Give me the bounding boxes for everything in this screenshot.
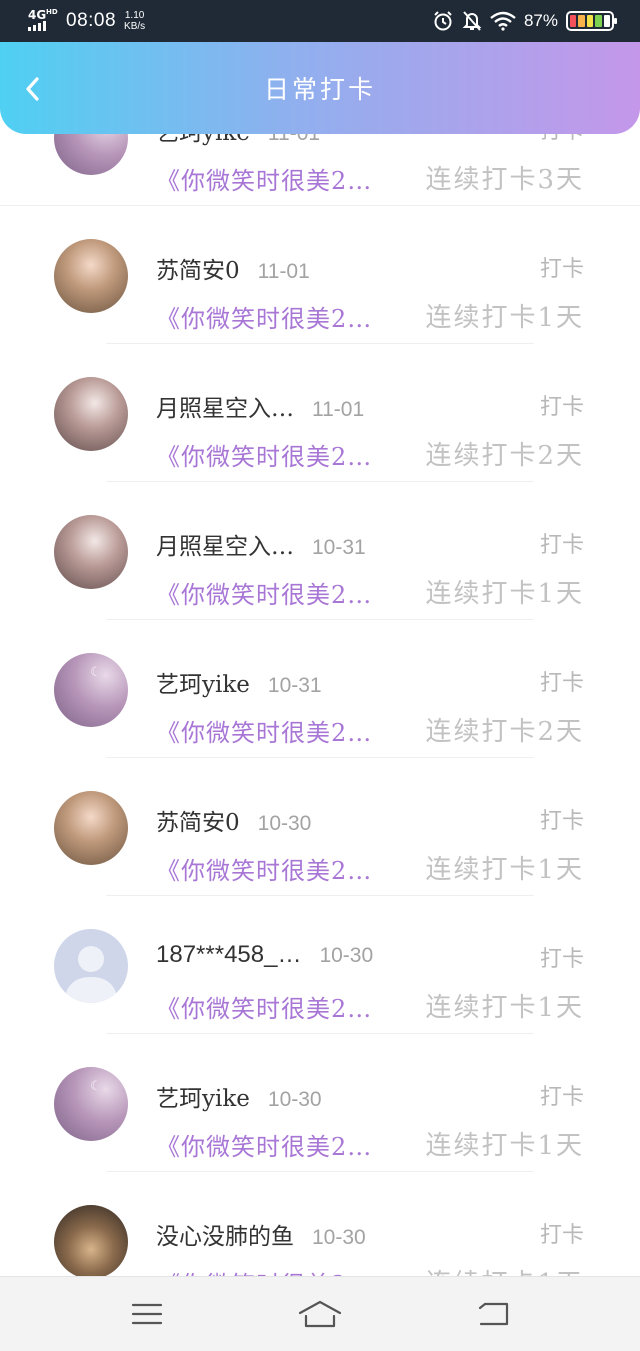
streak-text: 连续打卡1天 (425, 993, 584, 1023)
checkin-date: 10-31 (312, 536, 366, 559)
streak-text: 连续打卡2天 (425, 717, 584, 747)
back-icon (479, 1302, 509, 1326)
menu-button[interactable] (122, 1294, 172, 1334)
list-item[interactable]: ☾ 艺珂yike 10-31 打卡 《你微笑时很美2… 连续打卡2天 (0, 620, 640, 758)
mirror-selfie-avatar[interactable] (54, 377, 128, 451)
list-item[interactable]: 187***458_… 10-30 打卡 《你微笑时很美2… 连续打卡1天 (0, 896, 640, 1034)
status-bar: 4G HD 08:08 1.10 KB/s 87% (0, 0, 640, 42)
network-hd: HD (46, 8, 58, 16)
list-item[interactable]: 月照星空入… 10-31 打卡 《你微笑时很美2… 连续打卡1天 (0, 482, 640, 620)
checkin-list[interactable]: ☾ 艺珂yike 11-01 打卡 《你微笑时很美2… 连续打卡3天 苏简安0 … (0, 128, 640, 1276)
back-button[interactable] (16, 72, 50, 106)
list-item[interactable]: 苏简安0 10-30 打卡 《你微笑时很美2… 连续打卡1天 (0, 758, 640, 896)
book-title-link[interactable]: 《你微笑时很美2… (156, 299, 372, 334)
name-row: 187***458_… 10-30 (156, 941, 373, 969)
name-row: 苏简安0 11-01 (156, 251, 310, 285)
sky-moon-avatar[interactable]: ☾ (54, 1067, 128, 1141)
chevron-left-icon (26, 77, 39, 101)
checkin-list-content: ☾ 艺珂yike 11-01 打卡 《你微笑时很美2… 连续打卡3天 苏简安0 … (0, 128, 640, 1276)
checkin-label: 打卡 (539, 1223, 584, 1248)
user-name[interactable]: 苏简安0 (156, 251, 240, 285)
girl-photo-avatar[interactable] (54, 239, 128, 313)
book-title-link[interactable]: 《你微笑时很美2… (156, 1265, 372, 1276)
checkin-label: 打卡 (539, 533, 584, 558)
name-row: 月照星空入… 11-01 (156, 389, 364, 423)
book-title-link[interactable]: 《你微笑时很美2… (156, 989, 372, 1024)
checkin-label: 打卡 (539, 1085, 584, 1110)
name-row: 月照星空入… 10-31 (156, 527, 366, 561)
list-item[interactable]: ☾ 艺珂yike 10-30 打卡 《你微笑时很美2… 连续打卡1天 (0, 1034, 640, 1172)
moon-icon: ☾ (90, 665, 102, 680)
name-row: 苏简安0 10-30 (156, 803, 311, 837)
name-row: 没心没肺的鱼 10-30 (156, 1217, 366, 1251)
book-title-link[interactable]: 《你微笑时很美2… (156, 437, 372, 472)
network-type: 4G (28, 8, 47, 22)
checkin-label: 打卡 (539, 395, 584, 420)
system-nav-bar (0, 1276, 640, 1351)
alarm-icon (434, 11, 452, 31)
streak-text: 连续打卡3天 (425, 165, 584, 195)
girl-photo-avatar[interactable] (54, 791, 128, 865)
status-left: 4G HD 08:08 1.10 KB/s (28, 9, 145, 33)
book-title-link[interactable]: 《你微笑时很美2… (156, 575, 372, 610)
name-row: 艺珂yike 10-31 (156, 665, 322, 699)
user-name[interactable]: 艺珂yike (156, 665, 250, 699)
checkin-label: 打卡 (539, 809, 584, 834)
list-item[interactable]: ☾ 艺珂yike 11-01 打卡 《你微笑时很美2… 连续打卡3天 (0, 128, 640, 206)
network-speed: 1.10 KB/s (124, 10, 145, 32)
checkin-date: 11-01 (257, 260, 310, 283)
status-right: 87% (432, 10, 617, 32)
checkin-label: 打卡 (539, 947, 584, 972)
list-item[interactable]: 没心没肺的鱼 10-30 打卡 《你微笑时很美2… 连续打卡1天 (0, 1172, 640, 1276)
streak-text: 连续打卡1天 (425, 579, 584, 609)
sky-moon-avatar[interactable]: ☾ (54, 653, 128, 727)
user-name[interactable]: 月照星空入… (156, 389, 294, 423)
user-name[interactable]: 艺珂yike (156, 1079, 250, 1113)
checkin-label: 打卡 (539, 671, 584, 696)
speed-value: 1.10 (124, 10, 145, 21)
clock: 08:08 (66, 10, 117, 31)
book-title-link[interactable]: 《你微笑时很美2… (156, 713, 372, 748)
checkin-date: 10-30 (312, 1226, 366, 1249)
home-icon (298, 1300, 342, 1328)
user-name[interactable]: 苏简安0 (156, 803, 240, 837)
user-name[interactable]: 没心没肺的鱼 (156, 1217, 294, 1251)
page-header: 日常打卡 (0, 42, 640, 134)
user-name[interactable]: 月照星空入… (156, 527, 294, 561)
list-item[interactable]: 苏简安0 11-01 打卡 《你微笑时很美2… 连续打卡1天 (0, 206, 640, 344)
mute-bell-icon (462, 11, 482, 31)
checkin-date: 11-01 (312, 398, 365, 421)
book-title-link[interactable]: 《你微笑时很美2… (156, 1127, 372, 1162)
streak-text: 连续打卡1天 (425, 1263, 584, 1276)
sky-moon-avatar[interactable]: ☾ (54, 128, 128, 175)
checkin-date: 10-30 (257, 812, 312, 835)
streak-text: 连续打卡2天 (425, 441, 584, 471)
streak-text: 连续打卡1天 (425, 855, 584, 885)
checkin-date: 10-31 (267, 674, 322, 697)
user-name[interactable]: 187***458_… (156, 941, 301, 969)
book-title-link[interactable]: 《你微笑时很美2… (156, 161, 372, 196)
back-nav-button[interactable] (468, 1294, 518, 1334)
moon-icon: ☾ (90, 1079, 102, 1094)
battery-percent: 87% (523, 11, 558, 30)
default-user-avatar[interactable] (54, 929, 128, 1003)
dog-photo-avatar[interactable] (54, 1205, 128, 1276)
streak-text: 连续打卡1天 (425, 303, 584, 333)
name-row: 艺珂yike 10-30 (156, 1079, 322, 1113)
streak-text: 连续打卡1天 (425, 1131, 584, 1161)
checkin-date: 10-30 (267, 1088, 322, 1111)
menu-icon (131, 1303, 162, 1325)
speed-unit: KB/s (124, 21, 146, 32)
page-title: 日常打卡 (263, 75, 376, 104)
home-button[interactable] (295, 1294, 345, 1334)
user-silhouette-icon (64, 946, 118, 1003)
wifi-icon (490, 11, 516, 31)
book-title-link[interactable]: 《你微笑时很美2… (156, 851, 372, 886)
checkin-date: 10-30 (319, 944, 374, 967)
list-item[interactable]: 月照星空入… 11-01 打卡 《你微笑时很美2… 连续打卡2天 (0, 344, 640, 482)
checkin-label: 打卡 (539, 257, 584, 282)
mirror-selfie-avatar[interactable] (54, 515, 128, 589)
battery-icon (566, 11, 617, 31)
signal-icon: 4G HD (28, 9, 58, 33)
